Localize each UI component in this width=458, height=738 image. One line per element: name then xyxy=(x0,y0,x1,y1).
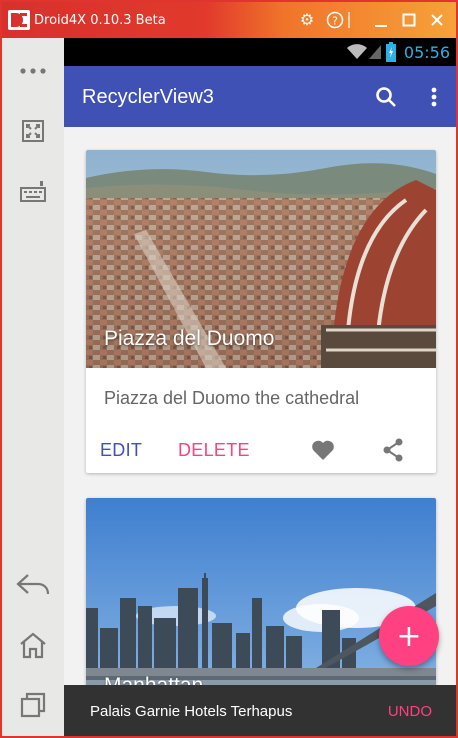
snackbar: Palais Garnie Hotels Terhapus UNDO xyxy=(64,685,456,736)
favorite-icon[interactable] xyxy=(310,437,336,463)
overflow-menu-icon[interactable] xyxy=(421,84,447,110)
battery-icon xyxy=(386,42,396,62)
card-piazza-del-duomo[interactable]: Piazza del Duomo Piazza del Duomo the ca… xyxy=(86,150,436,473)
home-icon[interactable] xyxy=(16,628,50,662)
signal-icon xyxy=(369,45,381,59)
back-icon[interactable] xyxy=(16,568,50,602)
more-icon[interactable] xyxy=(16,54,50,88)
window-titlebar: Droid4X 0.10.3 Beta ⚙ ? xyxy=(2,2,456,38)
app-title: RecyclerView3 xyxy=(82,86,214,108)
status-bar: 05:56 xyxy=(64,38,456,66)
snackbar-message: Palais Garnie Hotels Terhapus xyxy=(90,703,293,720)
emulator-window: Droid4X 0.10.3 Beta ⚙ ? 05:56 RecyclerVi… xyxy=(0,0,458,738)
delete-button[interactable]: DELETE xyxy=(178,440,250,461)
share-icon[interactable] xyxy=(380,437,406,463)
search-icon[interactable] xyxy=(373,84,399,110)
wifi-icon xyxy=(347,44,367,59)
gear-icon[interactable]: ⚙ xyxy=(298,11,316,29)
add-fab-button[interactable]: + xyxy=(379,606,439,666)
fullscreen-icon[interactable] xyxy=(16,114,50,148)
undo-button[interactable]: UNDO xyxy=(388,703,432,720)
emulator-sidebar xyxy=(2,38,64,736)
droid4x-logo-icon xyxy=(8,10,30,30)
edit-button[interactable]: EDIT xyxy=(100,440,142,461)
help-icon[interactable]: ? xyxy=(326,11,344,29)
svg-text:?: ? xyxy=(332,15,338,28)
window-title: Droid4X 0.10.3 Beta xyxy=(34,13,166,28)
card-description: Piazza del Duomo the cathedral xyxy=(104,388,360,408)
recents-icon[interactable] xyxy=(16,688,50,722)
maximize-icon[interactable] xyxy=(400,11,418,29)
minimize-icon[interactable] xyxy=(372,11,390,29)
status-time: 05:56 xyxy=(403,43,450,62)
titlebar-divider xyxy=(348,12,350,28)
card-title: Piazza del Duomo xyxy=(104,327,275,350)
app-bar: RecyclerView3 xyxy=(64,66,456,127)
android-screen: 05:56 RecyclerView3 Piazza del Duomo Pia… xyxy=(64,38,456,736)
close-icon[interactable] xyxy=(428,11,446,29)
keyboard-icon[interactable] xyxy=(16,174,50,208)
